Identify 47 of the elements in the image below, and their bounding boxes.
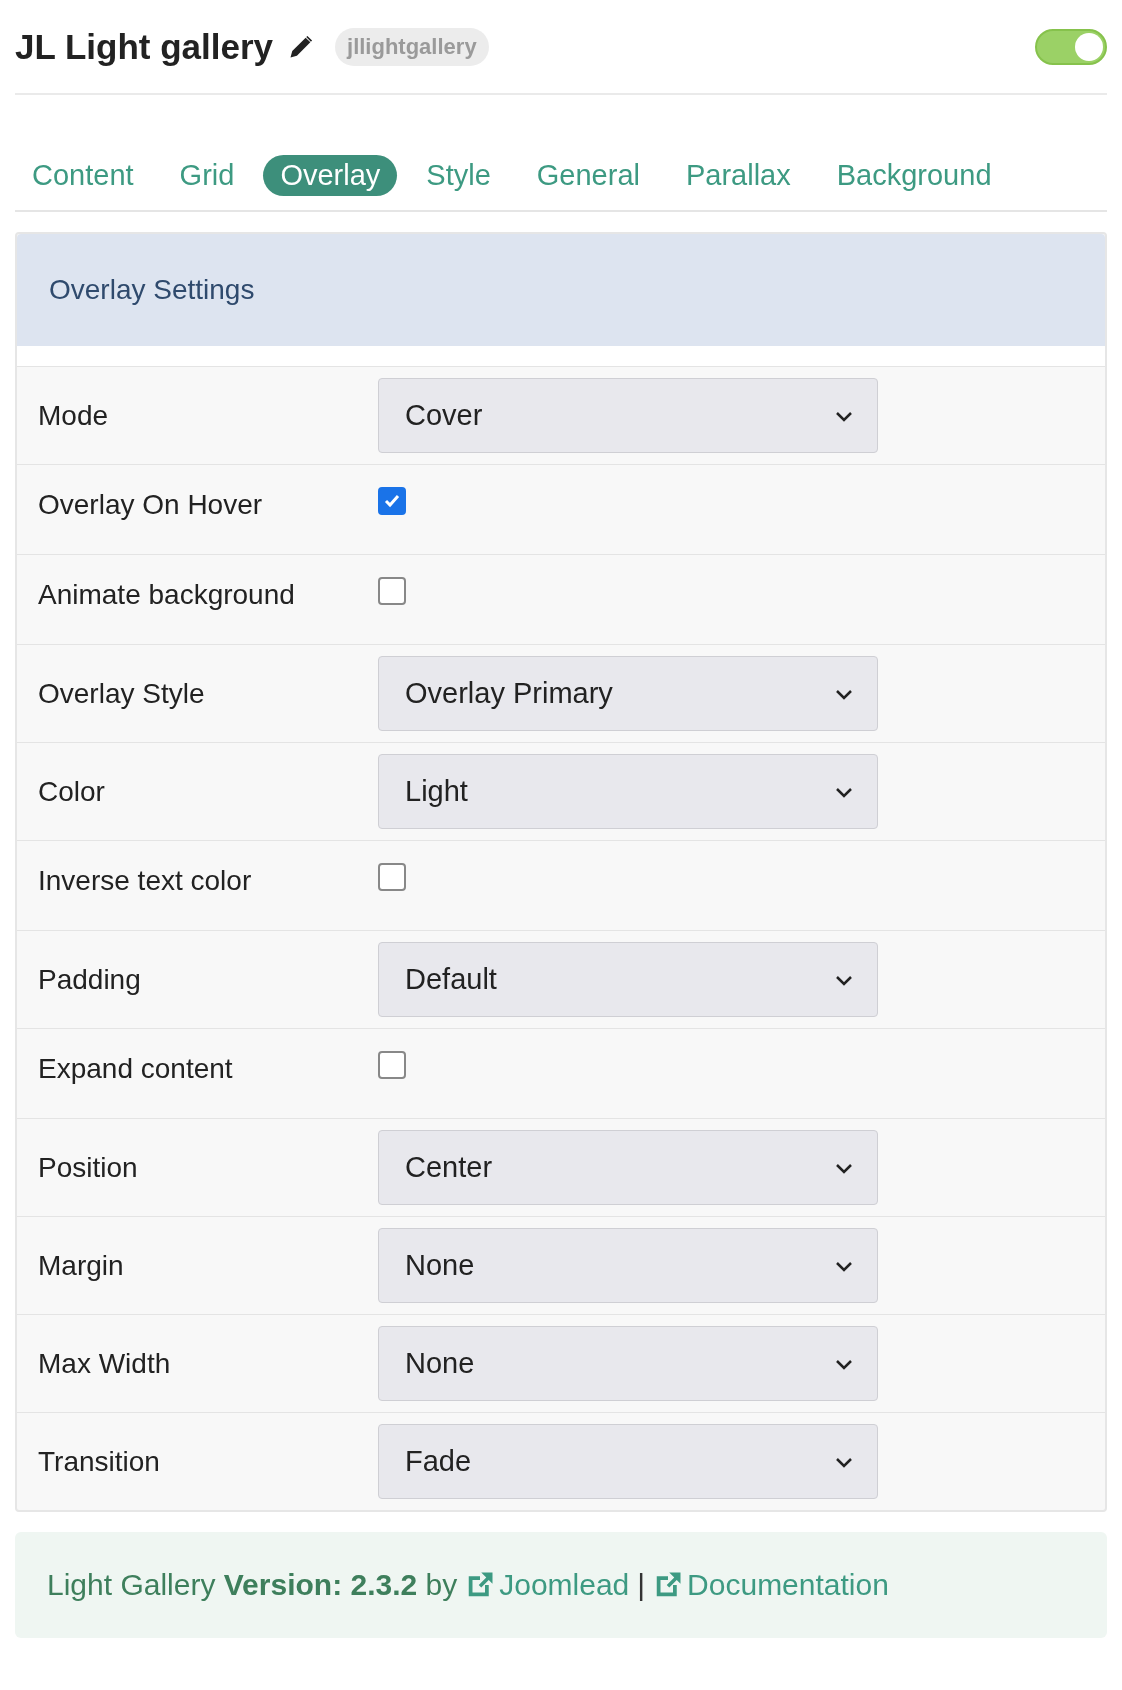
chevron-down-icon: [835, 973, 853, 986]
footer-link[interactable]: Joomlead: [465, 1568, 630, 1602]
field-label: Padding: [38, 963, 142, 996]
select-field[interactable]: Cover: [378, 378, 878, 453]
field-label: Mode: [38, 399, 110, 432]
select-field[interactable]: Overlay Primary: [378, 656, 878, 731]
field-label: Color: [38, 775, 106, 808]
toggle-switch[interactable]: [1035, 28, 1107, 65]
panel-title: Overlay Settings: [17, 234, 1105, 366]
tab[interactable]: Parallax: [668, 155, 808, 196]
select-field[interactable]: None: [378, 1228, 878, 1303]
chevron-down-icon: [835, 1455, 853, 1468]
chevron-down-icon: [835, 687, 853, 700]
chevron-down-icon: [835, 785, 853, 798]
select-field[interactable]: Center: [378, 1130, 878, 1205]
field-label: Margin: [38, 1249, 125, 1282]
chevron-down-icon: [835, 1161, 853, 1174]
select-field[interactable]: Default: [378, 942, 878, 1017]
tab[interactable]: Content: [15, 155, 151, 196]
page-title: JL Light gallery: [15, 26, 274, 67]
separator: |: [637, 1568, 646, 1602]
tab[interactable]: Style: [409, 155, 508, 196]
tab[interactable]: General: [519, 155, 657, 196]
chevron-down-icon: [835, 1357, 853, 1370]
select-field[interactable]: Light: [378, 754, 878, 829]
chevron-down-icon: [835, 1259, 853, 1272]
checkbox[interactable]: [378, 487, 406, 515]
checkbox[interactable]: [378, 863, 406, 891]
select-field[interactable]: None: [378, 1326, 878, 1401]
version-text: Light Gallery Version: 2.3.2 by: [47, 1568, 458, 1602]
field-label: Transition: [38, 1445, 161, 1478]
checkbox[interactable]: [378, 577, 406, 605]
tab[interactable]: Grid: [162, 155, 252, 196]
field-label: Overlay Style: [38, 677, 206, 710]
field-label: Animate background: [38, 579, 296, 611]
tab[interactable]: Background: [819, 155, 1009, 196]
field-label: Overlay On Hover: [38, 489, 264, 521]
tab[interactable]: Overlay: [263, 155, 398, 196]
chevron-down-icon: [835, 409, 853, 422]
field-label: Max Width: [38, 1347, 172, 1380]
checkbox[interactable]: [378, 1051, 406, 1079]
field-label: Position: [38, 1151, 139, 1184]
footer-link[interactable]: Documentation: [653, 1568, 889, 1602]
select-field[interactable]: Fade: [378, 1424, 878, 1499]
field-label: Expand content: [38, 1053, 234, 1085]
field-label: Inverse text color: [38, 865, 253, 897]
alias-badge: jllightgallery: [335, 27, 489, 66]
